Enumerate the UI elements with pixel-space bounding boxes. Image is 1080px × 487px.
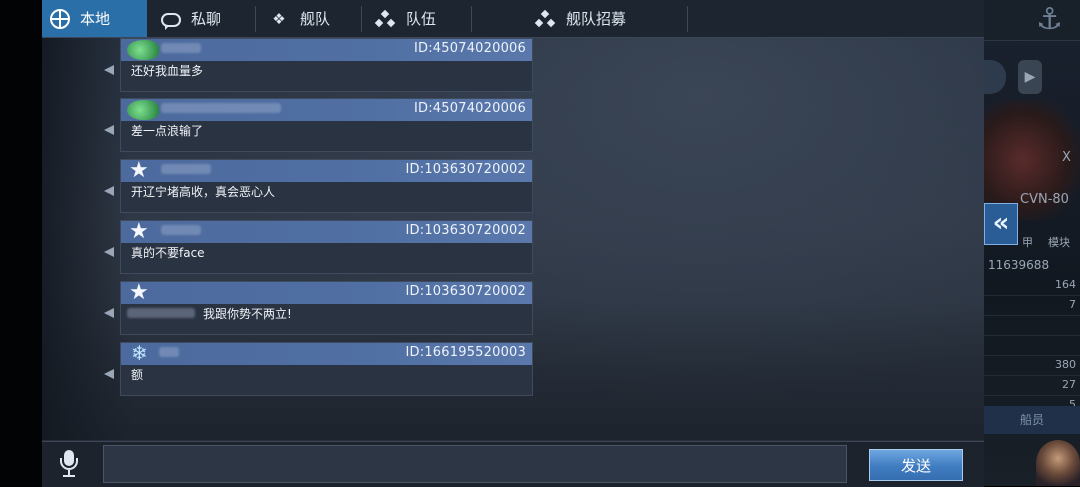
sender-id[interactable]: ID:103630720002 xyxy=(406,223,526,238)
message-bubble: ID:45074020006 还好我血量多 xyxy=(120,38,533,92)
star-avatar-icon xyxy=(127,219,159,244)
collapse-chat-button[interactable]: « xyxy=(984,203,1018,245)
message-text: 真的不要face xyxy=(131,246,205,260)
side-letter: X xyxy=(1062,150,1071,165)
message-pointer xyxy=(104,308,114,318)
blurred-username xyxy=(161,164,211,174)
chat-message: ID:103630720002 真的不要face xyxy=(104,219,533,274)
stat-row xyxy=(984,316,1080,336)
chat-message: ID:103630720002 开辽宁堵高收，真会恶心人 xyxy=(104,158,533,213)
chat-bubble-icon xyxy=(161,12,181,30)
message-pointer xyxy=(104,65,114,75)
chat-input-bar: 发送 xyxy=(42,441,984,487)
tab-armor[interactable]: 甲 xyxy=(1022,234,1033,250)
message-text: 开辽宁堵高收，真会恶心人 xyxy=(131,185,276,199)
double-chevron-left-icon: « xyxy=(992,208,1010,238)
stat-value: 7 xyxy=(1069,298,1076,311)
tab-label: 队伍 xyxy=(406,10,437,28)
stat-value: 27 xyxy=(1062,378,1076,391)
team-icon xyxy=(374,8,396,30)
message-text: 差一点浪输了 xyxy=(131,124,204,138)
message-bubble: ID:103630720002 我跟你势不两立! xyxy=(120,280,533,335)
stat-row: 27 xyxy=(984,376,1080,396)
tab-fleet[interactable]: ❖ 舰队 xyxy=(256,0,362,37)
sender-id[interactable]: ID:103630720002 xyxy=(406,162,526,177)
message-pointer xyxy=(104,369,114,379)
blurred-username xyxy=(159,347,179,357)
fish-avatar-icon xyxy=(127,40,159,60)
message-header: ID:45074020006 xyxy=(121,99,532,121)
tab-module[interactable]: 模块 xyxy=(1048,234,1070,250)
stat-row: 164 xyxy=(984,276,1080,296)
next-arrow-icon[interactable]: ▶ xyxy=(1018,60,1042,94)
ship-code: CVN-80 xyxy=(1020,192,1069,207)
star-avatar-icon xyxy=(127,158,159,183)
message-text: 我跟你势不两立! xyxy=(203,307,292,321)
fleet-icon: ❖ xyxy=(272,9,286,28)
star-avatar-icon xyxy=(127,280,159,305)
anchor-icon[interactable]: ⚓ xyxy=(1036,2,1063,37)
tab-label: 舰队招募 xyxy=(565,10,626,28)
chat-message: ID:45074020006 还好我血量多 xyxy=(104,38,533,92)
chat-tab-bar: 本地 私聊 ❖ 舰队 队伍 舰队招募 xyxy=(42,0,984,38)
voice-input-button[interactable] xyxy=(56,450,82,478)
message-pointer xyxy=(104,125,114,135)
message-header: ID:103630720002 xyxy=(121,219,532,244)
tab-fleet-recruit[interactable]: 舰队招募 xyxy=(472,0,688,37)
message-pointer xyxy=(104,186,114,196)
side-panel-header xyxy=(984,0,1080,41)
message-header: ID:103630720002 xyxy=(121,280,532,305)
ship-stats: 164 7 380 27 5 xyxy=(984,276,1080,416)
blurred-mention xyxy=(127,308,195,318)
screen-left-edge xyxy=(0,0,42,486)
ship-badge-icon xyxy=(984,60,1006,94)
commander-avatar[interactable] xyxy=(1036,440,1080,486)
stat-row: 7 xyxy=(984,296,1080,316)
message-bubble: ID:45074020006 差一点浪输了 xyxy=(120,98,533,152)
message-pointer xyxy=(104,247,114,257)
send-button[interactable]: 发送 xyxy=(869,449,963,481)
sender-id[interactable]: ID:45074020006 xyxy=(414,101,526,116)
message-header: ID:103630720002 xyxy=(121,158,532,183)
message-bubble: ID:103630720002 开辽宁堵高收，真会恶心人 xyxy=(120,158,533,213)
tab-label: 本地 xyxy=(80,10,111,28)
blurred-username xyxy=(161,103,281,113)
chat-message: ID:103630720002 我跟你势不两立! xyxy=(104,280,533,335)
blurred-username xyxy=(161,43,201,53)
blurred-username xyxy=(161,225,201,235)
sender-id[interactable]: ID:45074020006 xyxy=(414,41,526,56)
tab-team[interactable]: 队伍 xyxy=(362,0,472,37)
chat-message-input[interactable] xyxy=(103,445,847,483)
stat-row xyxy=(984,336,1080,356)
message-header: ID:166195520003 xyxy=(121,341,532,365)
message-bubble: ID:166195520003 额 xyxy=(120,341,533,396)
tab-divider xyxy=(687,6,688,32)
stat-value: 164 xyxy=(1055,278,1076,291)
message-text: 还好我血量多 xyxy=(131,64,204,78)
sender-id[interactable]: ID:166195520003 xyxy=(406,345,526,360)
message-header: ID:45074020006 xyxy=(121,39,532,61)
tab-label: 私聊 xyxy=(191,10,222,28)
crew-button[interactable]: 船员 xyxy=(984,406,1080,434)
stat-value: 380 xyxy=(1055,358,1076,371)
chat-message: ID:166195520003 额 xyxy=(104,341,533,396)
tab-private-chat[interactable]: 私聊 xyxy=(147,0,256,37)
fish-avatar-icon xyxy=(127,100,159,120)
tab-local[interactable]: 本地 xyxy=(42,0,147,37)
team-icon xyxy=(534,8,556,30)
player-number: 11639688 xyxy=(988,258,1050,272)
message-bubble: ID:103630720002 真的不要face xyxy=(120,219,533,274)
globe-icon xyxy=(50,8,70,29)
snowflake-avatar-icon xyxy=(127,341,159,365)
sender-id[interactable]: ID:103630720002 xyxy=(406,284,526,299)
chat-message: ID:45074020006 差一点浪输了 xyxy=(104,98,533,152)
message-text: 额 xyxy=(131,368,144,382)
stat-row: 380 xyxy=(984,356,1080,376)
tab-label: 舰队 xyxy=(300,10,331,28)
